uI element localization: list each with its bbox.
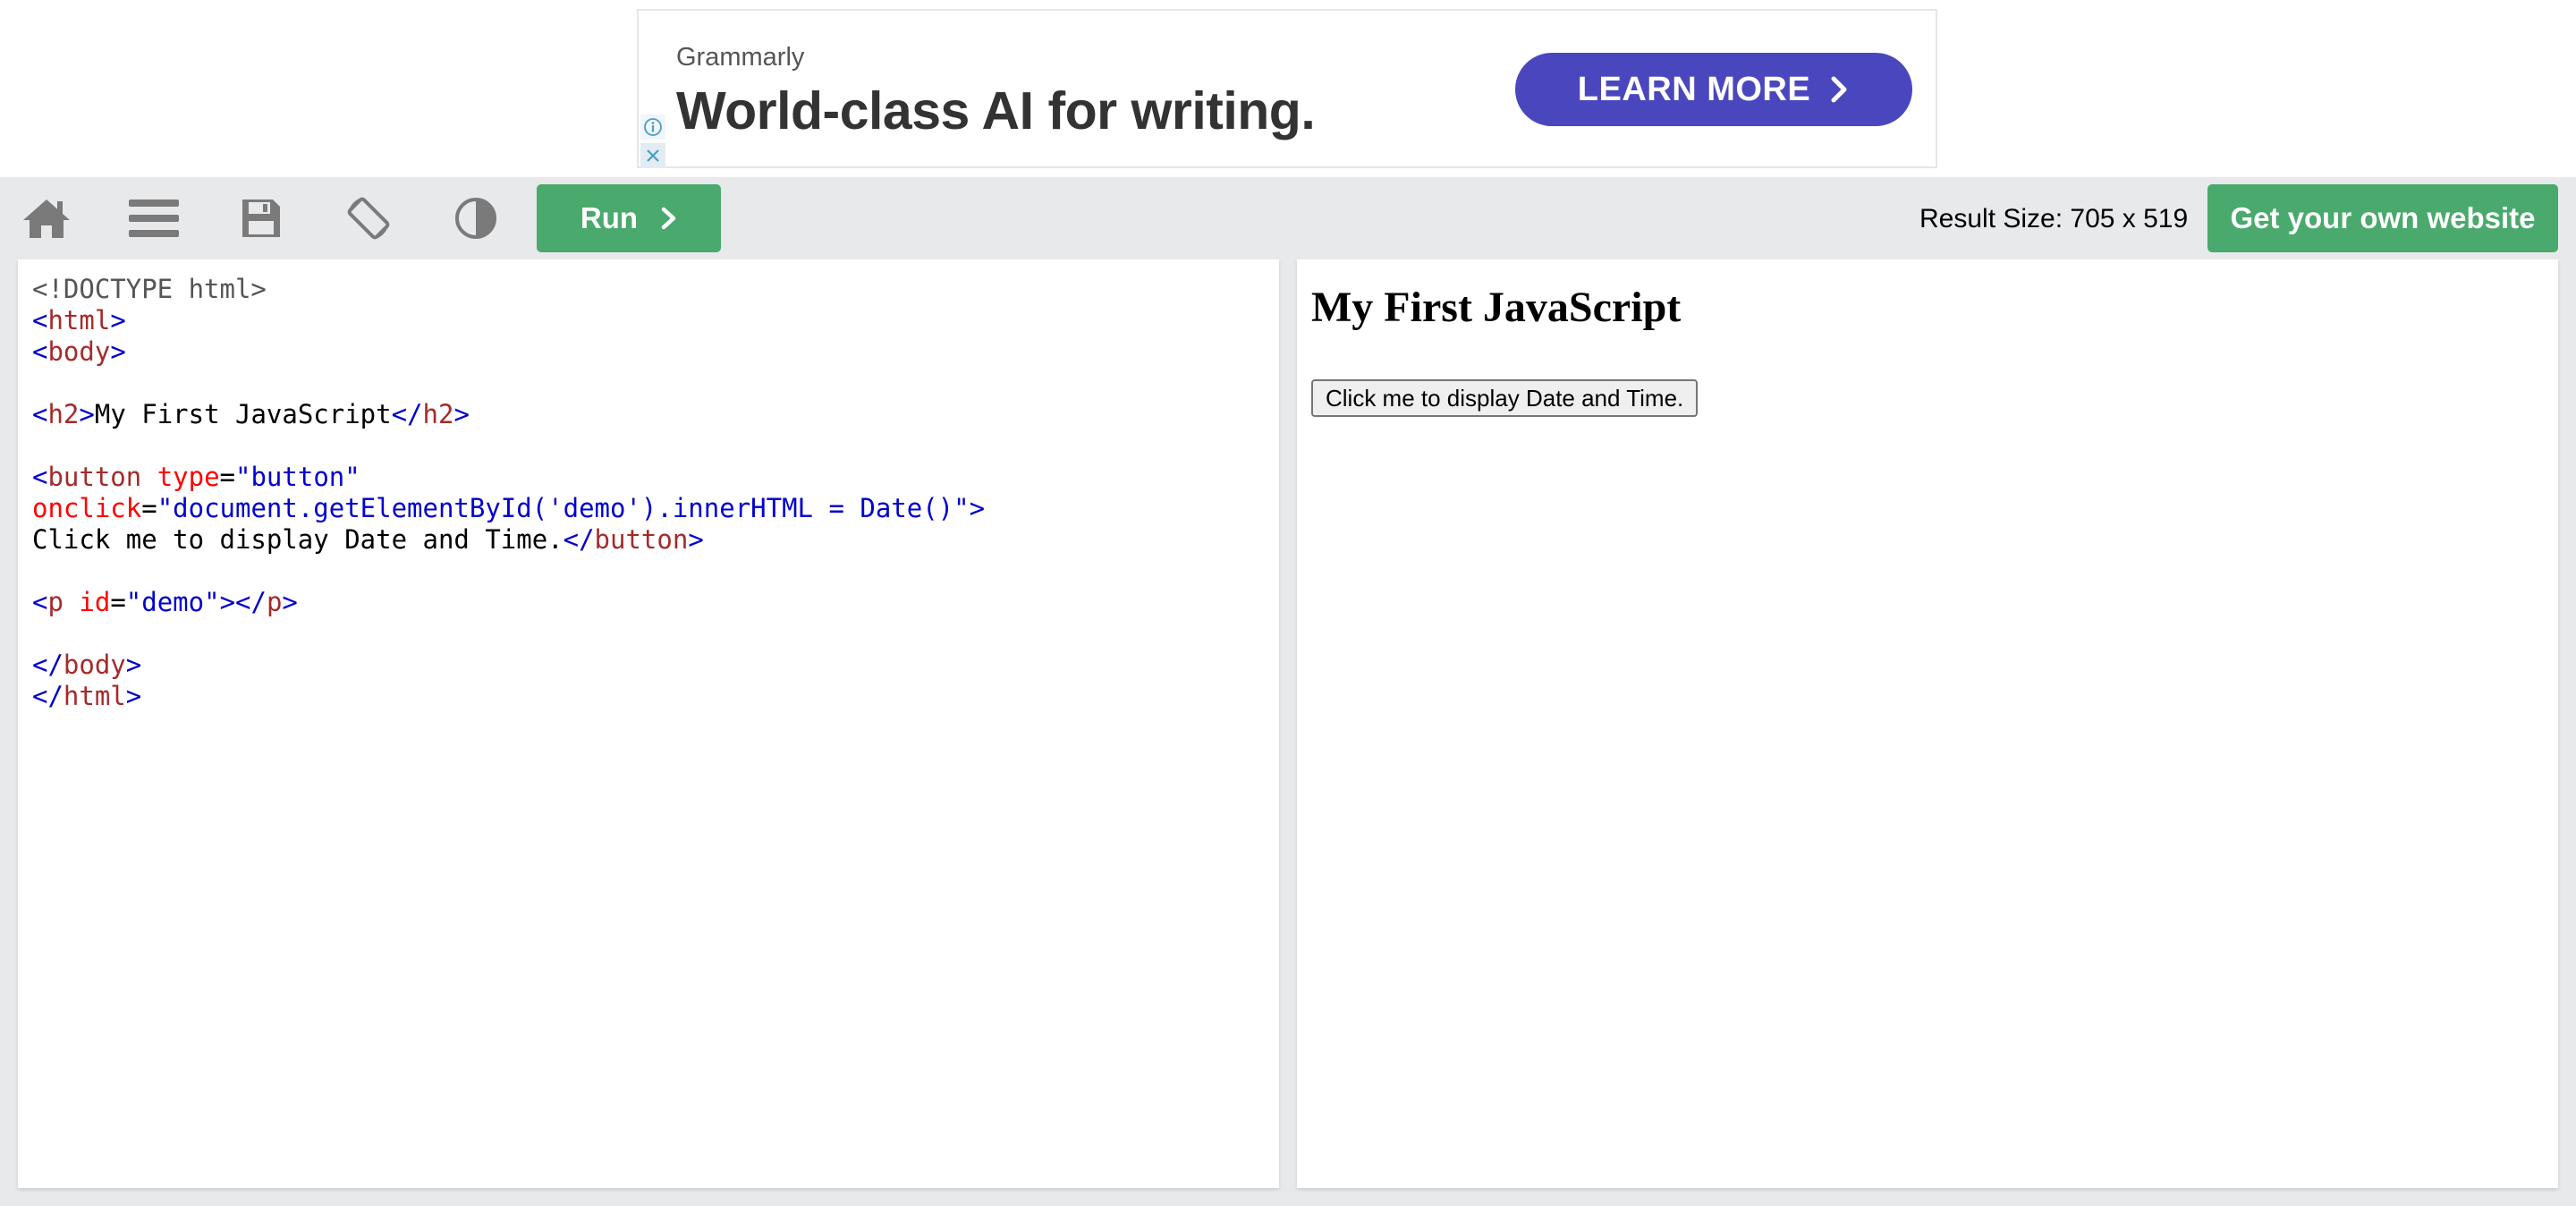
code-token: button bbox=[594, 524, 689, 555]
chevron-right-icon bbox=[661, 207, 676, 230]
code-token: id bbox=[79, 587, 111, 617]
ad-banner[interactable]: Grammarly World-class AI for writing. LE… bbox=[637, 9, 1937, 168]
code-token: type bbox=[157, 462, 220, 492]
code-line: <p id="demo"></p> bbox=[32, 587, 985, 618]
code-token: < bbox=[32, 587, 48, 617]
result-size-readout: Result Size: 705 x 519 bbox=[1919, 204, 2189, 234]
code-line: </body> bbox=[32, 650, 985, 681]
chevron-right-icon bbox=[1831, 76, 1847, 103]
display-date-button[interactable]: Click me to display Date and Time. bbox=[1311, 379, 1699, 417]
result-heading: My First JavaScript bbox=[1311, 284, 1682, 331]
code-token: = bbox=[110, 587, 126, 617]
get-own-website-button[interactable]: Get your own website bbox=[2207, 184, 2558, 252]
code-line: <html> bbox=[32, 305, 985, 336]
code-token: body bbox=[63, 650, 126, 680]
code-token: </ bbox=[563, 524, 595, 555]
code-token: > bbox=[79, 399, 95, 429]
code-token: </ bbox=[32, 681, 64, 711]
code-token: html bbox=[63, 681, 126, 711]
code-line: </html> bbox=[32, 681, 985, 712]
code-token: "document.getElementById('demo').innerHT… bbox=[157, 493, 970, 523]
code-token: > bbox=[688, 524, 704, 555]
code-token: = bbox=[141, 493, 157, 523]
code-token: button bbox=[47, 462, 142, 492]
code-token: > bbox=[969, 493, 986, 523]
code-token: "demo" bbox=[125, 587, 220, 617]
code-token: = bbox=[219, 462, 236, 492]
menu-icon[interactable] bbox=[127, 191, 181, 245]
code-token: > bbox=[453, 399, 470, 429]
code-token: > bbox=[125, 681, 142, 711]
learn-more-button[interactable]: LEARN MORE bbox=[1515, 53, 1912, 126]
code-token: > bbox=[282, 587, 298, 617]
code-line: <button type="button" bbox=[32, 462, 985, 493]
run-label: Run bbox=[580, 201, 639, 234]
learn-more-label: LEARN MORE bbox=[1577, 70, 1811, 108]
code-token: < bbox=[32, 305, 48, 335]
code-token: p bbox=[266, 587, 283, 617]
code-token: html bbox=[47, 305, 111, 335]
toolbar: Run Result Size: 705 x 519 Get your own … bbox=[0, 177, 2576, 259]
ad-brand-name: Grammarly bbox=[676, 43, 805, 72]
code-token: < bbox=[32, 462, 48, 492]
ad-headline: World-class AI for writing. bbox=[676, 81, 1316, 140]
code-token: < bbox=[32, 336, 48, 367]
code-token: > bbox=[125, 650, 142, 680]
code-line: onclick="document.getElementById('demo')… bbox=[32, 493, 985, 524]
code-token: > bbox=[110, 336, 126, 367]
result-panel: My First JavaScript Click me to display … bbox=[1297, 259, 2558, 1188]
code-text[interactable]: <!DOCTYPE html> <html> <body> <h2>My First … bbox=[32, 274, 985, 712]
code-line: <h2>My First JavaScript</h2> bbox=[32, 399, 985, 430]
code-token: ></ bbox=[219, 587, 267, 617]
code-line: Click me to display Date and Time.</butt… bbox=[32, 524, 985, 556]
code-token: h2 bbox=[422, 399, 454, 429]
rotate-icon[interactable] bbox=[342, 191, 395, 245]
code-line: <body> bbox=[32, 336, 985, 368]
code-token: h2 bbox=[47, 399, 80, 429]
code-token: > bbox=[110, 305, 126, 335]
code-token: My First JavaScript bbox=[94, 399, 392, 429]
contrast-icon[interactable] bbox=[449, 191, 503, 245]
code-token: p bbox=[47, 587, 64, 617]
info-icon[interactable] bbox=[640, 115, 665, 140]
code-token: </ bbox=[32, 650, 64, 680]
home-icon[interactable] bbox=[20, 191, 73, 245]
code-token: "button" bbox=[235, 462, 360, 492]
code-token: onclick bbox=[32, 493, 142, 523]
code-line: <!DOCTYPE html> bbox=[32, 274, 985, 305]
code-token: < bbox=[32, 399, 48, 429]
run-button[interactable]: Run bbox=[537, 184, 721, 252]
ad-strip: Grammarly World-class AI for writing. LE… bbox=[0, 0, 2576, 177]
code-token: </ bbox=[391, 399, 423, 429]
close-icon[interactable] bbox=[640, 143, 665, 168]
code-token: Click me to display Date and Time. bbox=[32, 524, 564, 555]
code-editor[interactable]: <!DOCTYPE html> <html> <body> <h2>My First … bbox=[18, 259, 1279, 1188]
save-icon[interactable] bbox=[234, 191, 288, 245]
code-token: <!DOCTYPE html> bbox=[32, 274, 267, 304]
code-token: body bbox=[47, 336, 111, 367]
